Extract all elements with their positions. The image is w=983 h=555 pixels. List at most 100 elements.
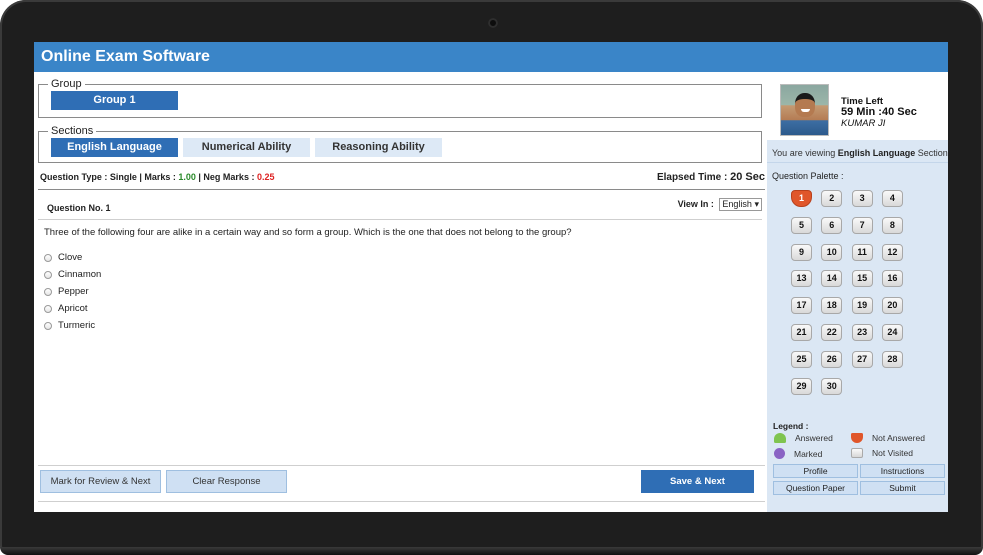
- candidate-name: KUMAR JI: [841, 118, 886, 129]
- option-label: Cinnamon: [58, 269, 102, 280]
- right-panel: Time Left 59 Min :40 Sec KUMAR JI You ar…: [767, 72, 948, 512]
- candidate-profile: Time Left 59 Min :40 Sec KUMAR JI: [767, 72, 948, 140]
- save-and-next-button[interactable]: Save & Next: [641, 470, 754, 493]
- radio-button[interactable]: [44, 304, 52, 313]
- legend-marked-label: Marked: [794, 448, 823, 459]
- palette-question-8[interactable]: 8: [881, 216, 903, 234]
- language-value: English: [722, 199, 752, 209]
- palette-question-29[interactable]: 29: [791, 377, 812, 395]
- radio-button[interactable]: [44, 253, 52, 262]
- viewing-section: You are viewing English Language Section: [767, 144, 948, 163]
- language-select[interactable]: English ▾: [719, 198, 762, 211]
- palette-question-7[interactable]: 7: [851, 216, 873, 234]
- palette-question-24[interactable]: 24: [881, 324, 903, 341]
- group-legend: Group: [51, 78, 82, 90]
- avatar-head: [795, 93, 815, 117]
- radio-button[interactable]: [44, 270, 52, 279]
- legend-marked: Marked: [774, 448, 822, 459]
- option-item[interactable]: Pepper: [44, 283, 101, 300]
- laptop-frame: Online Exam Software Group Group 1 Secti…: [0, 0, 983, 555]
- options-list: Clove Cinnamon Pepper Apricot Turmeric: [44, 249, 101, 334]
- palette-question-15[interactable]: 15: [851, 270, 873, 288]
- question-header: Question No. 1 View In : English ▾: [38, 194, 762, 220]
- tab-reasoning-ability[interactable]: Reasoning Ability: [315, 138, 442, 157]
- question-type-label: Question Type : Single | Marks :: [40, 172, 179, 182]
- palette-question-18[interactable]: 18: [821, 297, 843, 315]
- palette-label: Question Palette :: [772, 171, 844, 181]
- palette-question-13[interactable]: 13: [791, 270, 812, 288]
- tab-numerical-ability[interactable]: Numerical Ability: [183, 138, 310, 157]
- legend-not-visited: Not Visited: [851, 448, 913, 458]
- option-label: Pepper: [58, 286, 89, 297]
- legend-not-visited-label: Not Visited: [872, 448, 913, 458]
- palette-question-14[interactable]: 14: [821, 270, 843, 288]
- legend-answered-label: Answered: [795, 433, 833, 443]
- tab-group-1[interactable]: Group 1: [51, 91, 178, 110]
- palette-question-17[interactable]: 17: [791, 297, 812, 315]
- palette-question-27[interactable]: 27: [851, 350, 873, 368]
- answered-swatch-icon: [774, 433, 786, 443]
- palette-question-1[interactable]: 1: [791, 190, 812, 207]
- palette-question-6[interactable]: 6: [821, 216, 843, 234]
- palette-question-9[interactable]: 9: [791, 243, 812, 261]
- screen: Online Exam Software Group Group 1 Secti…: [34, 42, 948, 512]
- marked-swatch-icon: [774, 448, 785, 459]
- viewing-suffix: Section: [915, 148, 948, 158]
- clear-response-button[interactable]: Clear Response: [166, 470, 287, 493]
- legend-not-answered: Not Answered: [851, 433, 925, 443]
- radio-button[interactable]: [44, 321, 52, 330]
- elapsed-time: Elapsed Time : 20 Sec: [657, 166, 765, 189]
- app-title: Online Exam Software: [34, 42, 948, 72]
- instructions-button[interactable]: Instructions: [860, 464, 945, 478]
- palette-question-5[interactable]: 5: [791, 216, 812, 234]
- not-visited-swatch-icon: [851, 448, 863, 458]
- submit-button[interactable]: Submit: [860, 481, 945, 495]
- palette-question-19[interactable]: 19: [851, 297, 873, 315]
- group-box: Group Group 1: [38, 78, 762, 118]
- option-item[interactable]: Cinnamon: [44, 266, 101, 283]
- elapsed-value: 20 Sec: [730, 171, 765, 183]
- viewing-section-name: English Language: [837, 148, 916, 158]
- palette-question-28[interactable]: 28: [881, 350, 903, 368]
- palette-question-10[interactable]: 10: [821, 243, 843, 261]
- question-info-bar: Question Type : Single | Marks : 1.00 | …: [38, 166, 765, 190]
- chevron-down-icon: ▾: [754, 199, 759, 209]
- profile-button[interactable]: Profile: [773, 464, 858, 478]
- palette-question-11[interactable]: 11: [851, 243, 873, 261]
- palette-question-30[interactable]: 30: [821, 377, 843, 395]
- palette-question-4[interactable]: 4: [881, 190, 903, 207]
- webcam-icon: [488, 18, 498, 28]
- section-tabs: English Language Numerical Ability Reasoni…: [51, 138, 749, 157]
- palette-question-2[interactable]: 2: [821, 190, 843, 207]
- palette-question-16[interactable]: 16: [881, 270, 903, 288]
- time-left: Time Left 59 Min :40 Sec KUMAR JI: [841, 96, 917, 129]
- legend-not-answered-label: Not Answered: [872, 433, 925, 443]
- question-paper-button[interactable]: Question Paper: [773, 481, 858, 495]
- palette-question-12[interactable]: 12: [881, 243, 903, 261]
- radio-button[interactable]: [44, 287, 52, 296]
- time-left-value: 59 Min :40 Sec: [841, 106, 917, 118]
- question-number: Question No. 1: [47, 203, 111, 213]
- palette-question-21[interactable]: 21: [791, 324, 812, 341]
- legend-answered: Answered: [774, 433, 833, 443]
- palette-question-22[interactable]: 22: [821, 324, 843, 341]
- elapsed-label: Elapsed Time :: [656, 172, 731, 183]
- option-item[interactable]: Clove: [44, 249, 101, 266]
- option-label: Apricot: [58, 303, 88, 314]
- neg-marks-value: 0.25: [256, 172, 275, 182]
- option-item[interactable]: Apricot: [44, 300, 101, 317]
- tab-english-language[interactable]: English Language: [51, 138, 178, 157]
- option-label: Clove: [58, 252, 83, 263]
- laptop-base: [0, 547, 983, 555]
- question-footer: Mark for Review & Next Clear Response Sa…: [38, 465, 765, 502]
- palette-question-23[interactable]: 23: [851, 324, 873, 341]
- marks-value: 1.00: [178, 172, 196, 182]
- palette-question-25[interactable]: 25: [791, 350, 812, 368]
- palette-question-26[interactable]: 26: [821, 350, 843, 368]
- legend-title: Legend :: [773, 421, 809, 431]
- palette-question-3[interactable]: 3: [851, 190, 873, 207]
- main-area: Group Group 1 Sections English Language N…: [34, 72, 767, 512]
- mark-for-review-button[interactable]: Mark for Review & Next: [40, 470, 161, 493]
- option-item[interactable]: Turmeric: [44, 317, 101, 334]
- palette-question-20[interactable]: 20: [881, 297, 903, 315]
